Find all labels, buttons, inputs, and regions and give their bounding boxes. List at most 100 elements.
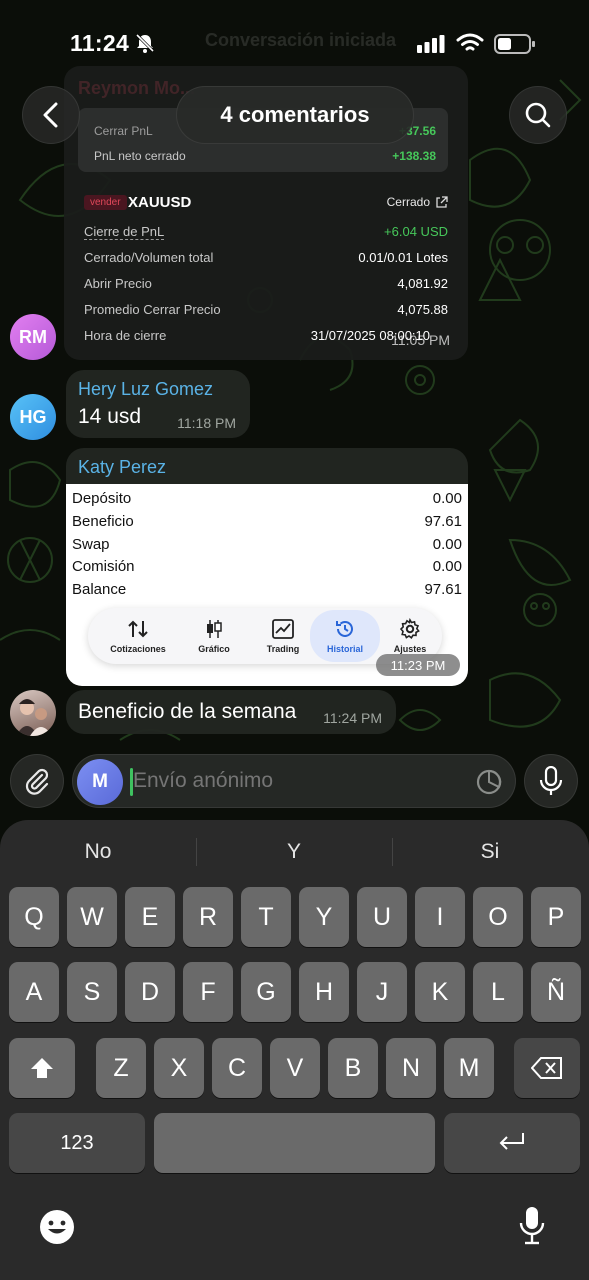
search-button[interactable] <box>509 86 567 144</box>
nav-label: Historial <box>326 644 363 654</box>
key-f[interactable]: F <box>183 962 233 1022</box>
suggestion-si[interactable]: Si <box>392 840 588 864</box>
comments-count-title[interactable]: 4 comentarios <box>176 86 414 144</box>
nav-label: Cotizaciones <box>110 644 166 654</box>
avatar[interactable]: RM <box>10 314 56 360</box>
return-key[interactable] <box>444 1113 580 1173</box>
key-b[interactable]: B <box>328 1038 378 1098</box>
account-row: Comisión 0.00 <box>72 558 462 578</box>
trade-row-value: +6.04 USD <box>384 224 448 239</box>
arrows-up-down-icon <box>128 620 148 638</box>
key-m[interactable]: M <box>444 1038 494 1098</box>
search-icon <box>525 102 551 128</box>
pnl-label: Cerrar PnL <box>94 124 153 138</box>
attached-screenshot[interactable]: Depósito 0.00 Beneficio 97.61 Swap 0.00 … <box>66 484 468 686</box>
message-text: Beneficio de la semana <box>78 700 297 723</box>
backspace-key[interactable] <box>514 1038 580 1098</box>
account-row-value: 97.61 <box>424 513 462 530</box>
sender-name[interactable]: Katy Perez <box>78 457 166 478</box>
trade-row: Cierre de PnL +6.04 USD <box>84 224 448 242</box>
key-e[interactable]: E <box>125 887 175 947</box>
key-o[interactable]: O <box>473 887 523 947</box>
sender-avatar[interactable]: M <box>77 759 123 805</box>
sell-tag: vender <box>84 195 127 210</box>
message-bubble[interactable]: Beneficio de la semana 11:24 PM <box>66 690 396 734</box>
nav-cotizaciones[interactable]: Cotizaciones <box>98 608 178 664</box>
trade-symbol: XAUUSD <box>128 194 192 211</box>
backspace-icon <box>531 1057 562 1079</box>
key-h[interactable]: H <box>299 962 349 1022</box>
key-w[interactable]: W <box>67 887 117 947</box>
space-key[interactable] <box>154 1113 435 1173</box>
message-input[interactable] <box>133 769 453 793</box>
key-j[interactable]: J <box>357 962 407 1022</box>
cellular-signal-icon <box>417 35 445 53</box>
key-a[interactable]: A <box>9 962 59 1022</box>
key-i[interactable]: I <box>415 887 465 947</box>
key-k[interactable]: K <box>415 962 465 1022</box>
trade-row-label: Hora de cierre <box>84 328 167 343</box>
message-composer[interactable]: M <box>72 754 516 808</box>
pnl-row: PnL neto cerrado +138.38 <box>94 149 436 163</box>
battery-icon <box>494 34 535 54</box>
key-g[interactable]: G <box>241 962 291 1022</box>
external-link-icon[interactable] <box>435 196 448 209</box>
shift-arrow-icon <box>31 1058 53 1078</box>
key-z[interactable]: Z <box>96 1038 146 1098</box>
sender-name[interactable]: Hery Luz Gomez <box>78 379 213 400</box>
message-time: 11:05 PM <box>391 332 450 348</box>
account-row: Balance 97.61 <box>72 581 462 601</box>
message-bubble[interactable]: Hery Luz Gomez 14 usd 11:18 PM <box>66 370 250 438</box>
timer-icon[interactable] <box>475 768 503 796</box>
key-v[interactable]: V <box>270 1038 320 1098</box>
message-bubble[interactable]: Katy Perez Depósito 0.00 Beneficio 97.61… <box>66 448 468 686</box>
gear-icon <box>399 618 420 639</box>
trade-row: Cerrado/Volumen total 0.01/0.01 Lotes <box>84 250 448 268</box>
key-x[interactable]: X <box>154 1038 204 1098</box>
account-row-value: 0.00 <box>432 558 462 575</box>
avatar-photo[interactable] <box>10 690 56 736</box>
key-s[interactable]: S <box>67 962 117 1022</box>
line-chart-icon <box>272 619 294 639</box>
dictation-mic-icon[interactable] <box>518 1206 546 1246</box>
candlestick-icon <box>207 620 222 638</box>
nav-label: Gráfico <box>198 644 230 654</box>
nav-label: Trading <box>266 644 300 654</box>
suggestion-y[interactable]: Y <box>196 840 392 864</box>
key-q[interactable]: Q <box>9 887 59 947</box>
account-row-value: 0.00 <box>432 536 462 553</box>
shift-key[interactable] <box>9 1038 75 1098</box>
attach-button[interactable] <box>10 754 64 808</box>
nav-grafico[interactable]: Gráfico <box>182 608 246 664</box>
trade-header: vender XAUUSD Cerrado <box>84 194 448 214</box>
back-button[interactable] <box>22 86 80 144</box>
trade-row-value: 4,075.88 <box>397 302 448 317</box>
faint-chat-header: Conversación iniciada <box>205 30 397 50</box>
history-clock-icon <box>336 620 353 637</box>
trade-row-label: Cierre de PnL <box>84 224 165 240</box>
emoji-icon[interactable] <box>38 1208 76 1246</box>
nav-trading[interactable]: Trading <box>250 608 316 664</box>
key-n-tilde[interactable]: Ñ <box>531 962 581 1022</box>
key-l[interactable]: L <box>473 962 523 1022</box>
key-p[interactable]: P <box>531 887 581 947</box>
key-r[interactable]: R <box>183 887 233 947</box>
account-row-value: 97.61 <box>424 581 462 598</box>
wifi-icon <box>456 33 484 51</box>
voice-record-button[interactable] <box>524 754 578 808</box>
numbers-key[interactable]: 123 <box>9 1113 145 1173</box>
trade-row-label: Promedio Cerrar Precio <box>84 302 221 317</box>
key-u[interactable]: U <box>357 887 407 947</box>
key-c[interactable]: C <box>212 1038 262 1098</box>
key-d[interactable]: D <box>125 962 175 1022</box>
trade-row-value: 4,081.92 <box>397 276 448 291</box>
key-n[interactable]: N <box>386 1038 436 1098</box>
trade-row-label: Cerrado/Volumen total <box>84 250 214 265</box>
account-row-label: Comisión <box>72 558 135 575</box>
suggestion-no[interactable]: No <box>0 840 196 864</box>
key-y[interactable]: Y <box>299 887 349 947</box>
avatar[interactable]: HG <box>10 394 56 440</box>
key-t[interactable]: T <box>241 887 291 947</box>
nav-historial[interactable]: Historial <box>310 610 380 662</box>
chevron-left-icon <box>43 102 58 128</box>
